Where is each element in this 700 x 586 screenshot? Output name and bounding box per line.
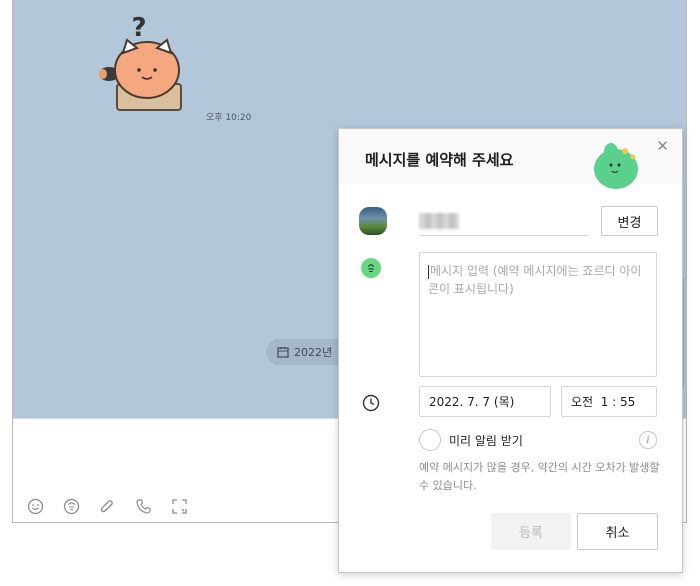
- svg-text:?: ?: [131, 13, 146, 43]
- cat-sticker[interactable]: ?: [87, 8, 191, 118]
- time-picker[interactable]: 오전 1 : 55: [561, 386, 657, 417]
- date-pill-label: 2022년: [294, 346, 333, 359]
- message-time: 오후 10:20: [206, 113, 252, 123]
- time-value: 오전 1 : 55: [571, 395, 636, 409]
- sticker-icon[interactable]: [61, 496, 81, 516]
- capture-icon[interactable]: [169, 496, 189, 516]
- attachment-icon[interactable]: [97, 496, 117, 516]
- message-placeholder: 메시지 입력 (예약 메시지에는 죠르디 아이콘이 표시됩니다): [428, 264, 642, 296]
- recipient-avatar: [359, 207, 387, 235]
- recipient-name: [419, 205, 589, 236]
- notice-text: 예약 메시지가 많을 경우, 약간의 시간 오차가 발생할 수 있습니다.: [419, 461, 660, 492]
- calendar-icon: [277, 347, 289, 358]
- info-icon[interactable]: i: [639, 431, 657, 449]
- register-button[interactable]: 등록: [491, 513, 571, 550]
- jordy-mascot: [594, 143, 638, 189]
- cancel-button[interactable]: 취소: [577, 513, 658, 550]
- recipient-name-blurred: [419, 213, 459, 229]
- remind-label: 미리 알림 받기: [449, 434, 523, 448]
- dialog-title: 메시지를 예약해 주세요: [365, 151, 514, 169]
- close-button[interactable]: ✕: [656, 137, 669, 155]
- call-icon[interactable]: [133, 496, 153, 516]
- jordy-emoticon-icon[interactable]: [361, 258, 381, 278]
- date-picker[interactable]: 2022. 7. 7 (목): [419, 386, 551, 417]
- change-recipient-button[interactable]: 변경: [601, 206, 658, 236]
- schedule-message-dialog: 메시지를 예약해 주세요 ✕ 변경 메시지 입력 (예약 메시지에는 죠르디 아…: [338, 128, 683, 573]
- remind-checkbox[interactable]: [419, 429, 441, 451]
- text-caret: [428, 264, 429, 279]
- emoticon-icon[interactable]: [25, 496, 45, 516]
- clock-icon: [362, 394, 380, 412]
- message-input[interactable]: 메시지 입력 (예약 메시지에는 죠르디 아이콘이 표시됩니다): [419, 252, 657, 377]
- input-toolbar: [25, 496, 189, 516]
